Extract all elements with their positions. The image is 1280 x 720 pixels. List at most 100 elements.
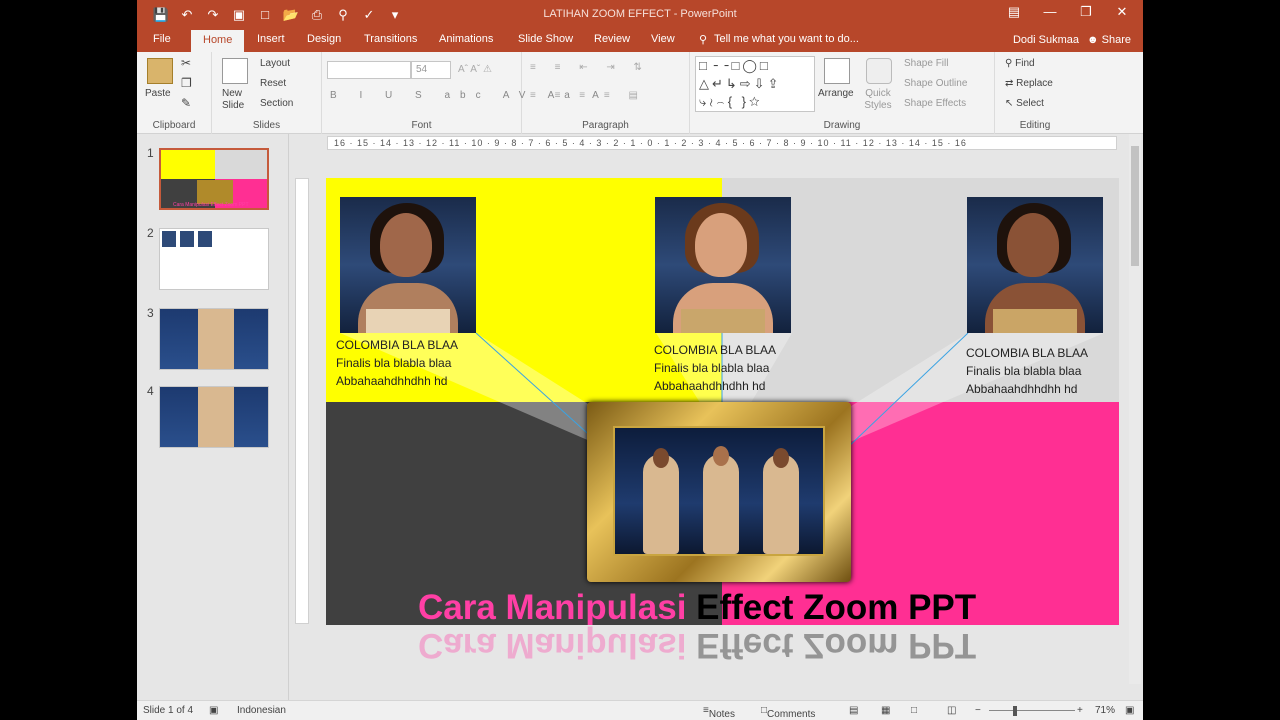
tab-file[interactable]: File	[153, 33, 171, 45]
tab-design[interactable]: Design	[307, 33, 341, 45]
caption-2[interactable]: COLOMBIA BLA BLAA Finalis bla blabla bla…	[654, 341, 776, 395]
minimize-icon[interactable]: —	[1037, 4, 1063, 20]
restore-icon[interactable]: ❐	[1073, 4, 1099, 20]
tab-animations[interactable]: Animations	[439, 33, 493, 45]
select-button[interactable]: ↖ Select	[1005, 98, 1044, 109]
slide-headline[interactable]: Cara Manipulasi Effect Zoom PPT	[418, 588, 976, 625]
contestant-photo-3[interactable]	[967, 197, 1103, 333]
copy-icon[interactable]: ❐	[181, 76, 192, 90]
zoom-slider-thumb[interactable]	[1013, 706, 1017, 716]
tab-home[interactable]: Home	[191, 30, 245, 52]
cut-icon[interactable]: ✂	[181, 56, 191, 70]
user-name[interactable]: Dodi Sukmaa	[1013, 34, 1079, 46]
replace-button[interactable]: ⇄ Replace	[1005, 78, 1053, 89]
arrange-icon[interactable]	[824, 58, 850, 84]
new-slide-button[interactable]: New Slide	[222, 88, 252, 112]
notes-button[interactable]: ≡ Notes	[703, 705, 735, 720]
figure-left	[643, 454, 679, 554]
font-name-input[interactable]	[327, 61, 411, 79]
vertical-scrollbar[interactable]	[1129, 134, 1141, 684]
gold-frame-zoom[interactable]	[587, 402, 851, 582]
paste-icon[interactable]	[147, 58, 173, 84]
slide-thumbnail-1[interactable]: Cara Manipulasi Effect Zoom PPT	[159, 148, 269, 210]
zoom-out-icon[interactable]: −	[975, 705, 981, 716]
slideshow-icon[interactable]: ◫	[947, 705, 956, 716]
font-group: 54 Aˆ Aˇ ⚠ B I U S abc AV Aa A Font	[322, 52, 599, 134]
thumb-number: 3	[147, 306, 154, 320]
close-icon[interactable]: ✕	[1109, 4, 1135, 20]
group-photo	[613, 426, 825, 556]
slides-label: Slides	[252, 120, 281, 131]
fit-slide-icon[interactable]: ▣	[1125, 705, 1134, 716]
shape-effects-button[interactable]: Shape Effects	[904, 98, 966, 109]
section-button[interactable]: Section	[260, 98, 293, 109]
paste-button[interactable]: Paste	[145, 88, 171, 99]
font-size-input[interactable]: 54	[411, 61, 451, 79]
language[interactable]: Indonesian	[237, 705, 286, 716]
paragraph-group: ≡ ≡ ⇤ ⇥ ⇅ ≡ ≡ ≡ ≡ ▤ Paragraph	[522, 52, 690, 134]
share-label: Share	[1101, 34, 1131, 46]
quick-styles-button[interactable]: Quick Styles	[860, 88, 896, 112]
contestant-photo-1[interactable]	[340, 197, 476, 333]
notes-label: Notes	[708, 709, 735, 720]
caption-line: Finalis bla blabla blaa	[966, 364, 1082, 378]
caption-1[interactable]: COLOMBIA BLA BLAA Finalis bla blabla bla…	[336, 336, 458, 390]
quick-styles-icon[interactable]	[866, 58, 892, 84]
find-button[interactable]: ⚲ Find	[1005, 58, 1035, 69]
list-buttons[interactable]: ≡ ≡ ⇤ ⇥ ⇅	[530, 62, 650, 73]
figure-right-head	[773, 448, 789, 468]
slide-sorter-icon[interactable]: ▦	[881, 705, 890, 716]
align-buttons[interactable]: ≡ ≡ ≡ ≡ ▤	[530, 90, 646, 101]
new-slide-icon[interactable]	[222, 58, 248, 84]
comments-button[interactable]: □ Comments	[761, 705, 815, 720]
shape-outline-button[interactable]: Shape Outline	[904, 78, 967, 89]
slides-group: New Slide Layout Reset Section Slides	[212, 52, 322, 134]
headline-pink: Cara Manipulasi	[418, 588, 697, 625]
layout-button[interactable]: Layout	[260, 58, 290, 69]
slide-thumbnail-3[interactable]	[159, 308, 269, 370]
slide-thumbnail-4[interactable]	[159, 386, 269, 448]
thumb-number: 1	[147, 146, 154, 160]
caption-line: Abbahaahdhhdhh hd	[336, 374, 448, 388]
slide-canvas[interactable]: COLOMBIA BLA BLAA Finalis bla blabla bla…	[326, 178, 1119, 625]
headline-reflection: Cara Manipulasi Effect Zoom PPT	[418, 625, 976, 665]
paragraph-label: Paragraph	[582, 120, 629, 131]
font-label: Font	[411, 120, 432, 131]
tab-transitions[interactable]: Transitions	[364, 33, 417, 45]
figure-left-head	[653, 448, 669, 468]
tab-slide-show[interactable]: Slide Show	[518, 33, 573, 45]
drawing-group: □╶╶□◯□ △↵↳⇨⇩⇪ ⤷≀⌢{ }☆ Arrange Quick Styles…	[690, 52, 995, 134]
format-painter-icon[interactable]: ✎	[181, 96, 191, 110]
share-button[interactable]: ☻ Share	[1087, 34, 1131, 46]
thumb-yellow	[161, 150, 215, 179]
reading-view-icon[interactable]: □	[911, 705, 917, 716]
editing-group: ⚲ Find ⇄ Replace ↖ Select Editing	[995, 52, 1075, 134]
contestant-photo-2[interactable]	[655, 197, 791, 333]
reflection-pink: Cara Manipulasi	[418, 626, 697, 665]
tab-insert[interactable]: Insert	[257, 33, 285, 45]
shapes-gallery[interactable]: □╶╶□◯□ △↵↳⇨⇩⇪ ⤷≀⌢{ }☆	[695, 56, 815, 112]
tab-review[interactable]: Review	[594, 33, 630, 45]
ribbon-display-icon[interactable]: ▤	[1001, 4, 1027, 20]
slide-thumbnail-2[interactable]	[159, 228, 269, 290]
slide-thumbnails-pane: 1 Cara Manipulasi Effect Zoom PPT 2 3 4	[137, 134, 289, 700]
ribbon: Paste ✂ ❐ ✎ Clipboard New Slide Layout R…	[137, 52, 1143, 134]
caption-3[interactable]: COLOMBIA BLA BLAA Finalis bla blabla bla…	[966, 344, 1088, 398]
arrange-button[interactable]: Arrange	[818, 88, 854, 99]
headline-black: Effect Zoom PPT	[696, 588, 977, 625]
scrollbar-thumb[interactable]	[1131, 146, 1139, 266]
normal-view-icon[interactable]: ▤	[849, 705, 858, 716]
spell-check-icon[interactable]: ▣	[209, 705, 218, 716]
reset-button[interactable]: Reset	[260, 78, 286, 89]
vertical-ruler[interactable]	[295, 178, 309, 624]
shape-fill-button[interactable]: Shape Fill	[904, 58, 948, 69]
zoom-slider[interactable]	[989, 710, 1075, 711]
tab-view[interactable]: View	[651, 33, 675, 45]
reflection-black: Effect Zoom PPT	[696, 626, 977, 665]
horizontal-ruler[interactable]: 16 · 15 · 14 · 13 · 12 · 11 · 10 · 9 · 8…	[327, 136, 1117, 150]
zoom-level[interactable]: 71%	[1095, 705, 1115, 716]
zoom-in-icon[interactable]: +	[1077, 705, 1083, 716]
tell-me-box[interactable]: Tell me what you want to do...	[714, 33, 859, 45]
grow-font-icon[interactable]: Aˆ Aˇ ⚠	[458, 64, 492, 75]
thumb-photo	[180, 231, 194, 247]
